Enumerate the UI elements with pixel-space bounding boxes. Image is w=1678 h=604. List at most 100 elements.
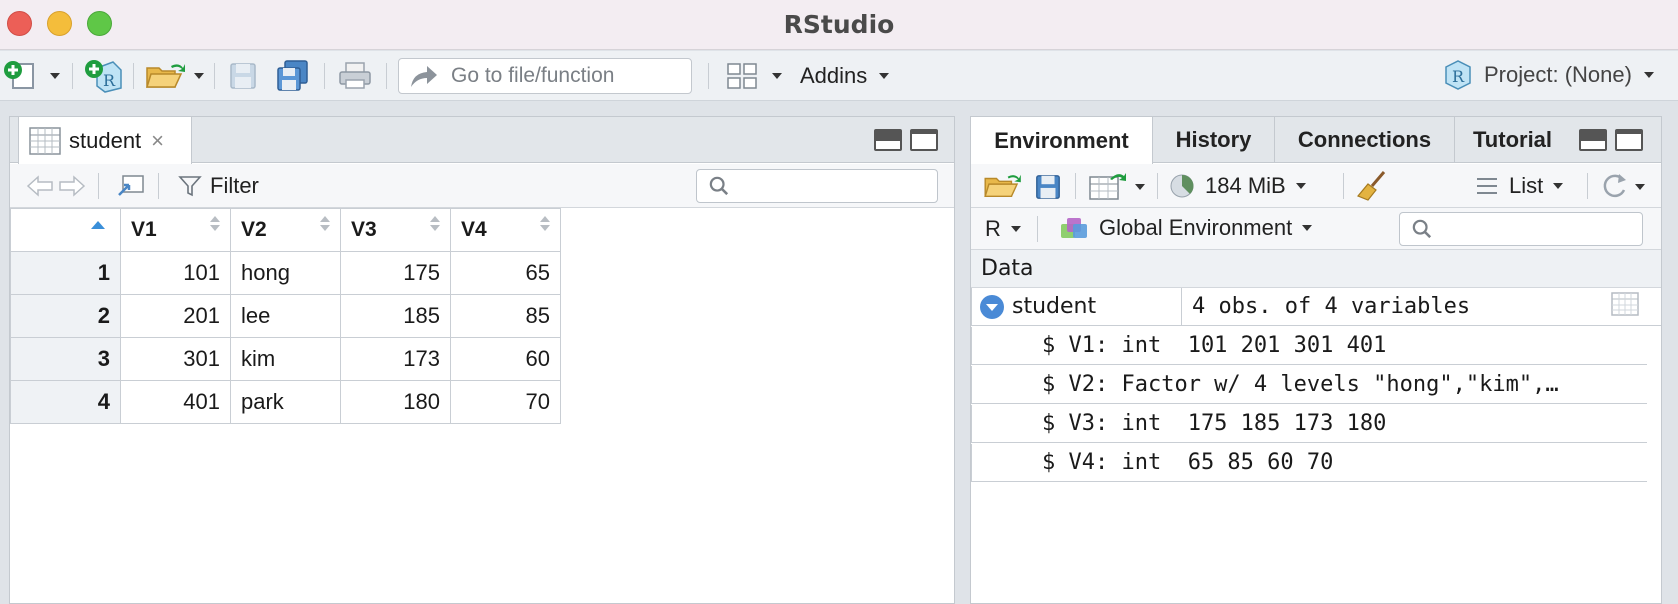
chevron-down-icon xyxy=(1635,184,1645,190)
save-button[interactable] xyxy=(226,59,260,93)
project-menu[interactable]: R Project: (None) xyxy=(1442,59,1654,91)
save-workspace-button[interactable] xyxy=(1033,172,1063,202)
row-number-header[interactable] xyxy=(10,208,121,252)
chevron-down-icon xyxy=(194,73,204,79)
data-section-header: Data xyxy=(971,250,1661,288)
column-header-v4[interactable]: V4 xyxy=(450,208,561,252)
structure-line: $ V2: Factor w/ 4 levels "hong","kim",… xyxy=(971,366,1647,404)
column-header-v3[interactable]: V3 xyxy=(340,208,451,252)
chevron-down-icon xyxy=(1295,183,1306,189)
sort-arrows-icon xyxy=(430,216,440,231)
environment-toolbar: 184 MiB List xyxy=(971,164,1661,208)
project-cube-icon: R xyxy=(1445,60,1471,90)
structure-text: $ V1: int 101 201 301 401 xyxy=(1042,333,1387,358)
environment-squares-icon xyxy=(1061,218,1087,238)
import-dataset-dropdown[interactable] xyxy=(1133,180,1147,194)
open-file-button[interactable] xyxy=(144,59,188,93)
load-workspace-button[interactable] xyxy=(983,170,1023,202)
addins-menu[interactable]: Addins xyxy=(800,63,890,89)
arrow-left-icon xyxy=(26,175,53,197)
environment-scope-menu[interactable]: Global Environment xyxy=(1059,214,1313,242)
maximize-pane-button[interactable] xyxy=(910,129,938,151)
svg-text:R: R xyxy=(103,71,116,90)
forward-button[interactable] xyxy=(58,172,86,200)
table-icon xyxy=(29,126,61,155)
clear-workspace-button[interactable] xyxy=(1355,169,1391,203)
new-project-button[interactable]: R xyxy=(82,57,124,95)
tab-tutorial[interactable]: Tutorial xyxy=(1455,117,1585,163)
tab-history[interactable]: History xyxy=(1153,117,1275,163)
broom-icon xyxy=(1357,171,1386,201)
pane-layout-button[interactable] xyxy=(724,61,760,91)
environment-object-row[interactable]: student 4 obs. of 4 variables xyxy=(971,288,1661,326)
minimize-pane-button[interactable] xyxy=(1579,129,1607,151)
structure-line: $ V1: int 101 201 301 401 xyxy=(971,327,1647,365)
filter-button[interactable]: Filter xyxy=(178,173,259,199)
environment-search-input[interactable] xyxy=(1399,212,1643,246)
refresh-dropdown[interactable] xyxy=(1633,180,1647,194)
row-number: 4 xyxy=(10,380,121,424)
view-mode-menu[interactable]: List xyxy=(1475,173,1564,199)
new-file-dropdown[interactable] xyxy=(48,69,62,83)
table-cell: 65 xyxy=(450,251,561,295)
save-all-button[interactable] xyxy=(274,57,312,95)
data-search-input[interactable] xyxy=(696,169,938,203)
memory-usage-menu[interactable]: 184 MiB xyxy=(1169,173,1306,199)
filter-label: Filter xyxy=(210,173,259,198)
table-row[interactable]: 1 101 hong 175 65 xyxy=(10,251,561,295)
go-to-file-input[interactable]: Go to file/function xyxy=(398,58,692,94)
column-header-v1[interactable]: V1 xyxy=(120,208,231,252)
list-icon xyxy=(1477,178,1497,194)
maximize-pane-button[interactable] xyxy=(1615,129,1643,151)
refresh-button[interactable] xyxy=(1597,171,1631,201)
table-cell: 85 xyxy=(450,294,561,338)
print-button[interactable] xyxy=(336,59,374,93)
table-cell: 301 xyxy=(120,337,231,381)
refresh-icon xyxy=(1603,174,1626,198)
main-toolbar: R Go to file/function Addins R Project: … xyxy=(0,51,1678,101)
chevron-down-icon xyxy=(879,73,890,79)
column-header-v2[interactable]: V2 xyxy=(230,208,341,252)
filter-funnel-icon xyxy=(178,176,202,197)
tab-student[interactable]: student × xyxy=(18,117,192,164)
toolbar-divider xyxy=(158,173,159,199)
table-row[interactable]: 2 201 lee 185 85 xyxy=(10,294,561,338)
new-file-button[interactable] xyxy=(2,59,40,93)
structure-line: $ V4: int 65 85 60 70 xyxy=(971,444,1647,482)
tab-connections[interactable]: Connections xyxy=(1275,117,1455,163)
view-mode-label: List xyxy=(1509,173,1544,198)
back-button[interactable] xyxy=(26,172,54,200)
tab-environment[interactable]: Environment xyxy=(971,117,1153,164)
open-file-dropdown[interactable] xyxy=(192,69,206,83)
chevron-down-icon xyxy=(772,73,782,79)
toolbar-divider xyxy=(708,63,709,89)
table-cell: 185 xyxy=(340,294,451,338)
import-dataset-button[interactable] xyxy=(1087,170,1129,202)
language-menu[interactable]: R xyxy=(985,216,1021,242)
table-row[interactable]: 4 401 park 180 70 xyxy=(10,380,561,424)
memory-usage-label: 184 MiB xyxy=(1205,173,1286,198)
import-dataset-icon xyxy=(1089,173,1126,200)
table-cell: kim xyxy=(230,337,341,381)
toolbar-divider xyxy=(1587,173,1588,199)
search-icon xyxy=(709,176,729,196)
folder-open-icon xyxy=(984,174,1021,198)
close-tab-icon[interactable]: × xyxy=(151,128,164,154)
svg-text:R: R xyxy=(1452,67,1465,86)
chevron-down-icon xyxy=(1643,72,1654,78)
table-cell: 201 xyxy=(120,294,231,338)
table-cell: 175 xyxy=(340,251,451,295)
pane-layout-dropdown[interactable] xyxy=(770,69,784,83)
pane-window-controls xyxy=(874,129,938,151)
expand-object-icon[interactable] xyxy=(980,294,1004,319)
show-in-window-button[interactable] xyxy=(114,172,146,200)
minimize-pane-button[interactable] xyxy=(874,129,902,151)
search-icon xyxy=(1412,219,1432,239)
chevron-down-icon xyxy=(1010,226,1021,232)
data-table: V1 V2 V3 V4 1 101 hong 175 65 2 201 lee … xyxy=(10,208,561,424)
project-label: Project: (None) xyxy=(1484,62,1632,87)
sort-arrows-icon xyxy=(540,216,550,231)
save-all-icon xyxy=(277,60,308,91)
view-data-button[interactable] xyxy=(1611,291,1639,322)
table-row[interactable]: 3 301 kim 173 60 xyxy=(10,337,561,381)
